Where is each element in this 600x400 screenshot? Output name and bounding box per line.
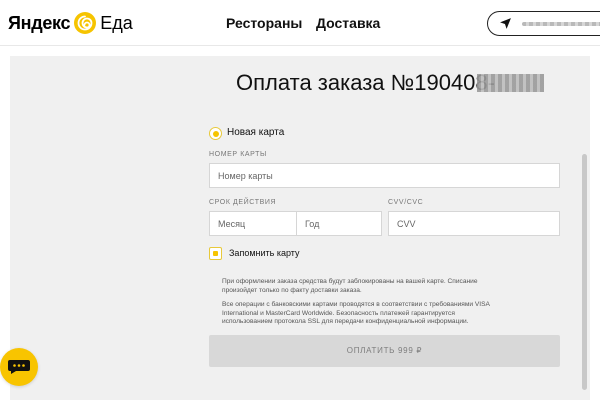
payment-info-line: При оформлении заказа средства будут заб…	[222, 278, 478, 285]
expiry-month-input[interactable]: Месяц	[209, 211, 296, 236]
chat-bubble-icon	[8, 360, 30, 374]
payment-info-block-1: При оформлении заказа средства будут заб…	[222, 278, 552, 295]
expiry-label: СРОК ДЕЙСТВИЯ	[209, 199, 277, 206]
cvv-input[interactable]: CVV	[388, 211, 560, 236]
chat-button[interactable]	[0, 348, 38, 386]
expiry-year-input[interactable]: Год	[296, 211, 382, 236]
payment-info-block-2: Все операции с банковскими картами прово…	[222, 301, 552, 327]
nav-delivery-link[interactable]: Доставка	[316, 15, 380, 31]
card-number-input[interactable]: Номер карты	[209, 163, 560, 188]
payment-info-line: использованием протокола SSL для передач…	[222, 318, 469, 326]
redacted-order-number	[477, 74, 544, 92]
logo-yandex-text: Яндекс	[8, 12, 71, 33]
logo-eda-text: Еда	[100, 12, 133, 33]
nav-restaurants-link[interactable]: Рестораны	[226, 15, 302, 31]
redacted-address	[522, 22, 600, 26]
remember-card-label[interactable]: Запомнить карту	[229, 248, 300, 258]
header: Яндекс Еда Рестораны Доставка	[0, 0, 600, 46]
remember-card-checkbox[interactable]	[209, 247, 222, 260]
cvv-label: CVV/CVC	[388, 199, 424, 206]
location-arrow-icon	[500, 18, 511, 29]
scrollbar-thumb[interactable]	[582, 154, 587, 390]
card-number-label: НОМЕР КАРТЫ	[209, 151, 267, 158]
new-card-radio-label[interactable]: Новая карта	[227, 127, 284, 138]
payment-info-line: Все операции с банковскими картами прово…	[222, 301, 490, 308]
address-selector[interactable]	[487, 11, 600, 36]
payment-info-line: International и MasterCard Worldwide. Бе…	[222, 309, 455, 317]
page-title: Оплата заказа №190408-	[236, 70, 495, 95]
pay-button[interactable]: ОПЛАТИТЬ 999 ₽	[209, 335, 560, 367]
new-card-radio[interactable]	[209, 127, 222, 140]
eda-spiral-logo-icon	[74, 12, 97, 34]
yandex-eda-logo[interactable]: Яндекс Еда	[8, 11, 133, 35]
payment-info-line: произойдет только по факту доставки зака…	[222, 286, 362, 294]
